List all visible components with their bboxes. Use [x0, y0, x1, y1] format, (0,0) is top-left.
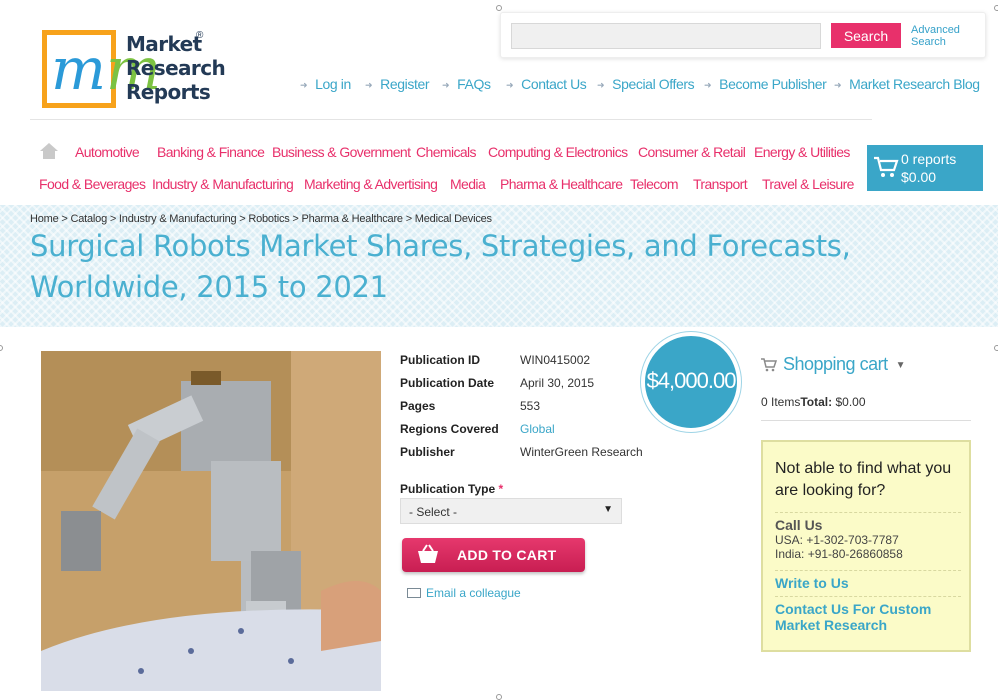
category-automotive[interactable]: Automotive: [75, 144, 140, 160]
arrow-icon: ➜: [300, 80, 308, 90]
cart-icon: [761, 358, 777, 372]
chevron-down-icon: ▼: [895, 360, 906, 371]
category-travel-leisure[interactable]: Travel & Leisure: [762, 176, 854, 192]
dropdown-caret-icon: ▼: [603, 504, 613, 515]
category-banking-finance[interactable]: Banking & Finance: [157, 144, 265, 160]
phone-usa: USA: +1-302-703-7787: [775, 533, 899, 547]
logo-mark: mm: [42, 30, 161, 108]
phone-india: India: +91-80-26860858: [775, 547, 903, 561]
nav-register[interactable]: ➜ Register: [365, 76, 429, 92]
call-us-heading: Call Us: [775, 517, 823, 533]
detail-label: Regions Covered: [400, 422, 499, 436]
divider: [761, 420, 971, 421]
price-badge: $4,000.00: [641, 332, 741, 432]
advanced-search-link[interactable]: Advanced Search: [911, 24, 981, 48]
category-telecom[interactable]: Telecom: [630, 176, 679, 192]
nav-contact-us[interactable]: ➜ Contact Us: [506, 76, 587, 92]
nav-blog[interactable]: ➜ Market Research Blog: [834, 76, 980, 92]
help-box: Not able to find what you are looking fo…: [761, 440, 971, 652]
detail-label: Publisher: [400, 445, 455, 459]
header-cart-count: 0 reports: [901, 151, 957, 167]
category-menu: Automotive Banking & Finance Business & …: [0, 140, 870, 200]
frame-handle: [496, 694, 502, 700]
shopping-cart-heading[interactable]: Shopping cart ▼: [761, 354, 906, 375]
price: $4,000.00: [646, 368, 737, 393]
frame-handle: [994, 345, 998, 351]
custom-research-link[interactable]: Contact Us For Custom Market Research: [775, 601, 961, 633]
product-image: [41, 351, 381, 691]
arrow-icon: ➜: [365, 80, 373, 90]
header-divider: [30, 119, 872, 120]
detail-label: Publication ID: [400, 353, 481, 367]
email-colleague-link[interactable]: Email a colleague: [407, 586, 521, 600]
frame-handle: [0, 345, 3, 351]
nav-login[interactable]: ➜ Log in: [300, 76, 351, 92]
search-panel: Search Advanced Search: [500, 12, 986, 58]
header-cart[interactable]: 0 reports $0.00: [867, 145, 983, 191]
detail-value: 553: [520, 399, 541, 413]
detail-value: WIN0415002: [520, 353, 591, 367]
category-industry-manufacturing[interactable]: Industry & Manufacturing: [152, 176, 294, 192]
category-media[interactable]: Media: [450, 176, 486, 192]
add-to-cart-button[interactable]: ADD TO CART: [402, 538, 585, 572]
category-food-beverages[interactable]: Food & Beverages: [39, 176, 146, 192]
header-cart-total: $0.00: [901, 169, 937, 185]
detail-label: Publication Date: [400, 376, 495, 390]
search-input[interactable]: [511, 23, 821, 49]
category-marketing-advertising[interactable]: Marketing & Advertising: [304, 176, 438, 192]
arrow-icon: ➜: [442, 80, 450, 90]
home-icon[interactable]: [40, 143, 58, 159]
detail-value: April 30, 2015: [520, 376, 595, 390]
write-to-us-link[interactable]: Write to Us: [775, 575, 961, 591]
category-energy-utilities[interactable]: Energy & Utilities: [754, 144, 850, 160]
site-logo[interactable]: mm Market Research Reports ®: [42, 30, 226, 110]
help-title: Not able to find what you are looking fo…: [775, 460, 952, 499]
nav-special-offers[interactable]: ➜ Special Offers: [597, 76, 695, 92]
region-link[interactable]: Global: [520, 422, 555, 436]
category-pharma-healthcare[interactable]: Pharma & Healthcare: [500, 176, 623, 192]
breadcrumb[interactable]: Home > Catalog > Industry & Manufacturin…: [30, 213, 492, 225]
search-button[interactable]: Search: [831, 23, 901, 48]
top-nav: ➜ Log in ➜ Register ➜ FAQs ➜ Contact Us ➜ Spe…: [300, 76, 998, 94]
category-transport[interactable]: Transport: [693, 176, 748, 192]
registered-mark: ®: [196, 30, 204, 41]
logo-wordmark: Market Research Reports: [126, 32, 226, 104]
publication-type-label: Publication Type *: [400, 482, 504, 496]
category-computing-electronics[interactable]: Computing & Electronics: [488, 144, 628, 160]
category-business-government[interactable]: Business & Government: [272, 144, 411, 160]
nav-faqs[interactable]: ➜ FAQs: [442, 76, 491, 92]
nav-become-publisher[interactable]: ➜ Become Publisher: [704, 76, 827, 92]
detail-value: WinterGreen Research: [520, 445, 643, 459]
category-consumer-retail[interactable]: Consumer & Retail: [638, 144, 746, 160]
arrow-icon: ➜: [597, 80, 605, 90]
arrow-icon: ➜: [834, 80, 842, 90]
basket-icon: [418, 544, 438, 563]
arrow-icon: ➜: [506, 80, 514, 90]
frame-handle: [994, 5, 998, 11]
frame-handle: [496, 5, 502, 11]
publication-type-select[interactable]: - Select - ▼: [400, 498, 622, 524]
envelope-icon: [407, 588, 421, 598]
page-title: Surgical Robots Market Shares, Strategie…: [30, 229, 851, 304]
detail-label: Pages: [400, 399, 436, 413]
page: mm Market Research Reports ® Search Adva…: [0, 0, 998, 700]
cart-icon: [874, 156, 899, 177]
shopping-cart-summary: 0 ItemsTotal: $0.00: [761, 395, 866, 409]
category-chemicals[interactable]: Chemicals: [416, 144, 477, 160]
arrow-icon: ➜: [704, 80, 712, 90]
